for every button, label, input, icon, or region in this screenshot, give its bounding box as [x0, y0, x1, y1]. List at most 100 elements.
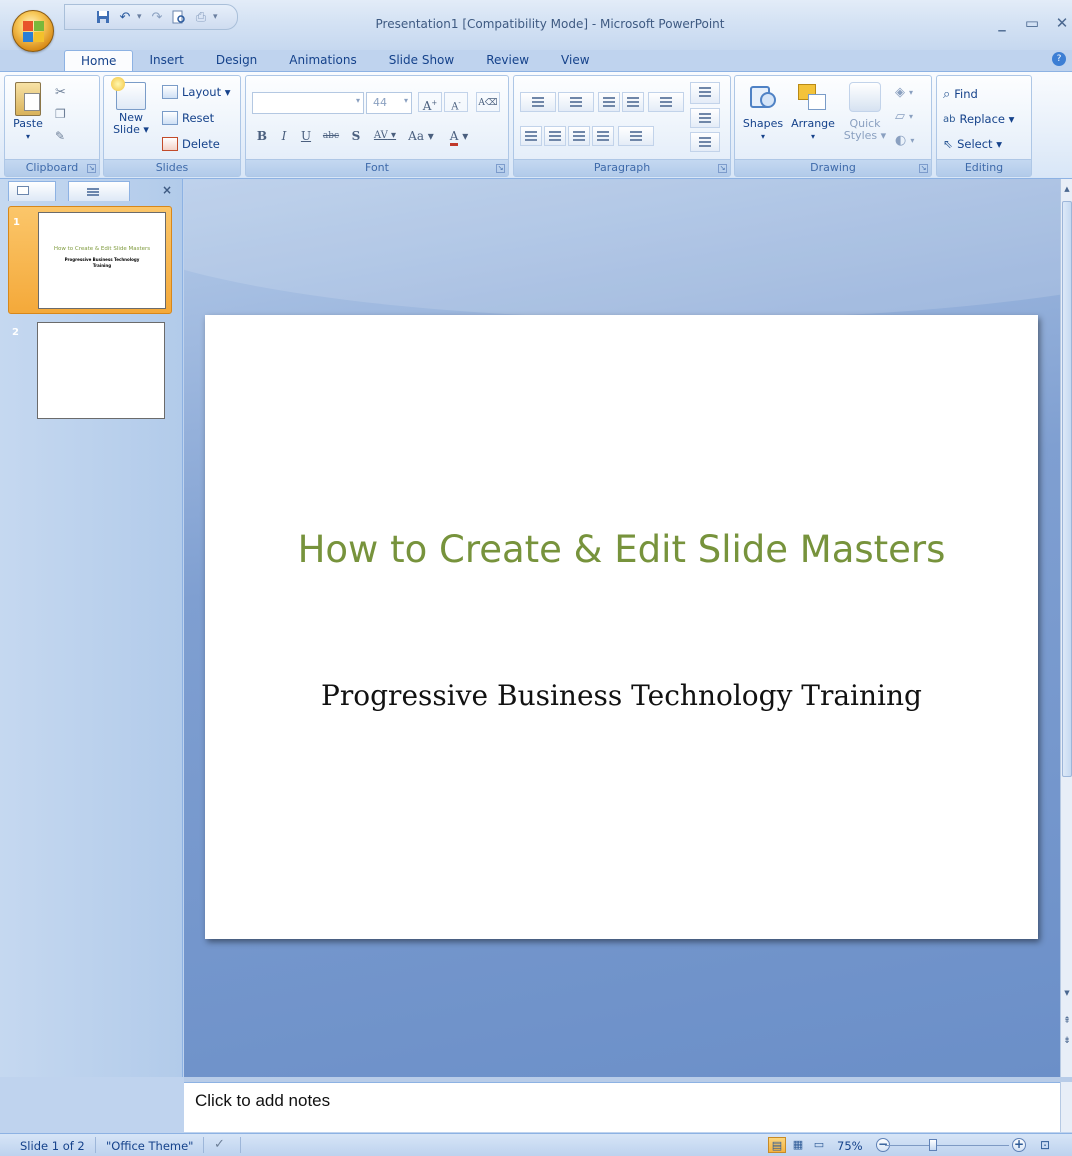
- help-icon[interactable]: ?: [1052, 52, 1066, 66]
- delete-button[interactable]: Delete: [162, 134, 220, 154]
- thumbnail-title: How to Create & Edit Slide Masters: [53, 246, 151, 252]
- bold-button[interactable]: B: [252, 126, 272, 146]
- increase-indent-button[interactable]: [622, 92, 644, 112]
- slide-subtitle[interactable]: Progressive Business Technology Training: [245, 673, 998, 719]
- font-size-combobox[interactable]: 44 ▾: [366, 92, 412, 114]
- next-slide-icon[interactable]: ⇟: [1062, 1035, 1072, 1047]
- center-button[interactable]: [544, 126, 566, 146]
- office-button[interactable]: [12, 10, 54, 52]
- tab-slides[interactable]: [8, 181, 56, 201]
- slide-number: 2: [12, 327, 19, 338]
- reset-button[interactable]: Reset: [162, 108, 214, 128]
- grow-font-button[interactable]: A+: [418, 92, 442, 113]
- font-launcher-icon[interactable]: ↘: [496, 164, 505, 173]
- close-pane-icon[interactable]: ×: [162, 183, 172, 197]
- shapes-button[interactable]: Shapes ▾: [739, 82, 787, 143]
- find-button[interactable]: ⌕ Find: [943, 84, 978, 104]
- select-button[interactable]: ⇖ Select ▾: [943, 134, 1002, 154]
- font-name-dropdown-icon[interactable]: ▾: [356, 96, 360, 105]
- zoom-slider[interactable]: [885, 1145, 1009, 1146]
- close-button[interactable]: ✕: [1052, 14, 1072, 32]
- pane-tabs: ×: [8, 181, 180, 203]
- drawing-launcher-icon[interactable]: ↘: [919, 164, 928, 173]
- zoom-slider-knob[interactable]: [929, 1139, 937, 1151]
- slide-show-view-icon[interactable]: ▭: [810, 1137, 828, 1153]
- maximize-button[interactable]: ▭: [1022, 14, 1042, 32]
- shape-fill-button[interactable]: ◈ ▾: [895, 82, 913, 102]
- font-name-combobox[interactable]: ▾: [252, 92, 364, 114]
- decrease-indent-button[interactable]: [598, 92, 620, 112]
- arrange-button[interactable]: Arrange ▾: [787, 82, 839, 143]
- italic-button[interactable]: I: [274, 126, 294, 146]
- spell-check-icon[interactable]: ✓: [214, 1137, 225, 1152]
- drawing-group-label: Drawing: [735, 159, 931, 176]
- tab-insert[interactable]: Insert: [133, 50, 199, 72]
- copy-button[interactable]: ❐: [55, 104, 66, 124]
- columns-button[interactable]: [618, 126, 654, 146]
- shapes-icon: [748, 82, 778, 112]
- tab-home[interactable]: Home: [64, 50, 134, 72]
- find-icon: ⌕: [943, 86, 951, 102]
- line-spacing-icon: [660, 97, 672, 99]
- normal-view-icon[interactable]: ▤: [768, 1137, 786, 1153]
- scroll-down-icon[interactable]: ▼: [1062, 987, 1072, 999]
- align-text-button[interactable]: [690, 108, 720, 128]
- clear-formatting-icon[interactable]: A⌫: [476, 92, 500, 112]
- vertical-scrollbar[interactable]: ▲ ▼ ⇞ ⇟: [1060, 179, 1072, 1077]
- font-size-dropdown-icon[interactable]: ▾: [404, 96, 408, 105]
- line-spacing-button[interactable]: [648, 92, 684, 112]
- strikethrough-button[interactable]: abc: [318, 126, 344, 146]
- theme-status[interactable]: "Office Theme": [106, 1139, 193, 1153]
- justify-icon: [597, 131, 609, 133]
- slide-thumbnail-2[interactable]: 2: [8, 317, 172, 425]
- office-logo-icon: [23, 21, 45, 43]
- align-right-button[interactable]: [568, 126, 590, 146]
- current-slide[interactable]: How to Create & Edit Slide Masters Progr…: [205, 315, 1038, 939]
- reset-icon: [162, 111, 178, 125]
- font-group: ▾ 44 ▾ A+ A- A⌫ B I U abc S AV ▾ Aa ▾ A …: [245, 75, 509, 177]
- paste-button[interactable]: Paste ▾: [9, 82, 47, 143]
- shape-outline-button[interactable]: ▱ ▾: [895, 106, 913, 126]
- tab-slide-show[interactable]: Slide Show: [373, 50, 470, 72]
- numbering-button[interactable]: [558, 92, 594, 112]
- tab-view[interactable]: View: [545, 50, 605, 72]
- shadow-button[interactable]: S: [346, 126, 366, 146]
- shrink-font-button[interactable]: A-: [444, 92, 468, 112]
- tab-animations[interactable]: Animations: [273, 50, 372, 72]
- shape-effects-button[interactable]: ◐ ▾: [895, 130, 914, 150]
- smartart-button[interactable]: [690, 132, 720, 152]
- justify-button[interactable]: [592, 126, 614, 146]
- fit-to-window-icon[interactable]: ⊡: [1036, 1137, 1054, 1153]
- cut-button[interactable]: ✂: [55, 82, 66, 102]
- layout-button[interactable]: Layout ▾: [162, 82, 231, 102]
- previous-slide-icon[interactable]: ⇞: [1062, 1015, 1072, 1027]
- quick-styles-button[interactable]: Quick Styles ▾: [839, 82, 891, 142]
- text-direction-button[interactable]: [690, 82, 720, 104]
- scrollbar-thumb[interactable]: [1062, 201, 1072, 777]
- zoom-in-icon[interactable]: +: [1012, 1138, 1026, 1152]
- zoom-level[interactable]: 75%: [837, 1139, 863, 1153]
- clipboard-launcher-icon[interactable]: ↘: [87, 164, 96, 173]
- slide-thumbnail-1[interactable]: 1 How to Create & Edit Slide Masters Pro…: [8, 206, 172, 314]
- new-slide-button[interactable]: New Slide ▾: [110, 77, 152, 136]
- slide-title[interactable]: How to Create & Edit Slide Masters: [245, 519, 998, 581]
- bullets-button[interactable]: [520, 92, 556, 112]
- replace-button[interactable]: ab Replace ▾: [943, 109, 1014, 129]
- font-color-button[interactable]: A ▾: [442, 126, 476, 146]
- slide-sorter-view-icon[interactable]: ▦: [789, 1137, 807, 1153]
- tab-outline[interactable]: [68, 181, 130, 201]
- paragraph-launcher-icon[interactable]: ↘: [718, 164, 727, 173]
- tab-review[interactable]: Review: [470, 50, 545, 72]
- slides-group-label: Slides: [104, 159, 240, 176]
- notes-placeholder[interactable]: Click to add notes: [195, 1091, 330, 1111]
- notes-pane[interactable]: Click to add notes: [184, 1082, 1060, 1132]
- notes-scrollbar[interactable]: [1060, 1082, 1072, 1132]
- format-painter-button[interactable]: ✎: [55, 126, 65, 146]
- underline-button[interactable]: U: [296, 126, 316, 146]
- change-case-button[interactable]: Aa ▾: [404, 126, 438, 146]
- align-left-button[interactable]: [520, 126, 542, 146]
- minimize-button[interactable]: _: [992, 14, 1012, 32]
- tab-design[interactable]: Design: [200, 50, 273, 72]
- scroll-up-icon[interactable]: ▲: [1062, 183, 1072, 195]
- character-spacing-button[interactable]: AV ▾: [370, 126, 400, 146]
